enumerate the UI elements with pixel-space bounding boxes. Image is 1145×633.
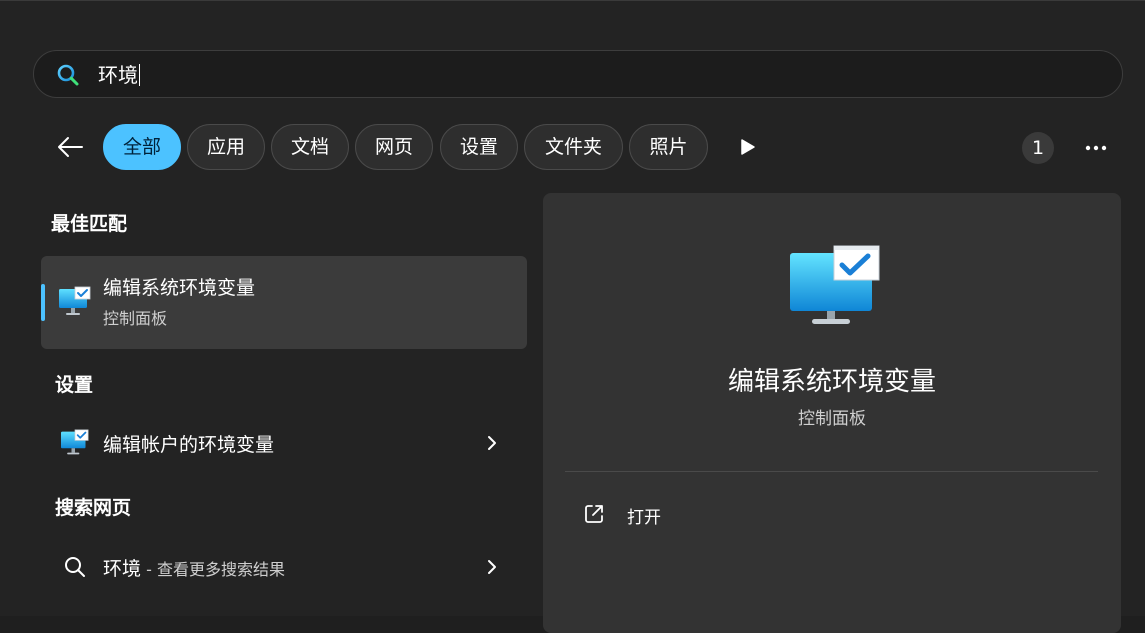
search-icon: [65, 557, 85, 577]
settings-result-item[interactable]: 编辑帐户的环境变量: [41, 417, 527, 469]
web-search-query: 环境: [103, 558, 142, 580]
search-input[interactable]: 环境: [98, 61, 140, 89]
monitor-check-icon: [790, 245, 880, 324]
chip-apps[interactable]: 应用: [187, 124, 265, 170]
more-filters-play-icon[interactable]: [735, 135, 759, 159]
monitor-check-icon: [61, 429, 89, 455]
web-search-result-item[interactable]: 环境 - 查看更多搜索结果: [41, 541, 527, 593]
monitor-check-icon: [59, 286, 91, 315]
web-search-result-text: 环境 - 查看更多搜索结果: [103, 554, 285, 581]
best-match-subtitle: 控制面板: [103, 309, 168, 328]
chip-settings[interactable]: 设置: [440, 124, 518, 170]
search-query: 环境: [98, 63, 138, 87]
preview-divider: [565, 471, 1098, 472]
chevron-right-icon[interactable]: [483, 433, 501, 453]
chip-documents[interactable]: 文档: [271, 124, 349, 170]
open-action-label: 打开: [627, 508, 661, 528]
search-icon: [57, 64, 79, 86]
web-search-suffix: - 查看更多搜索结果: [141, 560, 285, 579]
search-box[interactable]: 环境: [33, 50, 1123, 98]
chip-all[interactable]: 全部: [103, 124, 181, 170]
search-window: 环境 全部 应用 文档 网页 设置 文件夹 照片 1 最佳匹配 编辑系统环境变量…: [0, 0, 1145, 633]
chip-photos[interactable]: 照片: [629, 124, 708, 170]
best-match-header: 最佳匹配: [51, 213, 128, 235]
open-action[interactable]: 打开: [565, 493, 1098, 537]
best-match-result[interactable]: 编辑系统环境变量 控制面板: [41, 256, 527, 349]
text-caret: [139, 64, 140, 86]
selection-indicator: [41, 284, 45, 321]
web-search-header: 搜索网页: [55, 497, 132, 519]
chevron-right-icon[interactable]: [483, 557, 501, 577]
open-external-icon: [585, 505, 603, 523]
preview-title: 编辑系统环境变量: [727, 367, 936, 397]
settings-result-title: 编辑帐户的环境变量: [103, 434, 275, 456]
back-button[interactable]: [52, 129, 88, 165]
rewards-badge[interactable]: 1: [1022, 132, 1054, 164]
more-options-icon[interactable]: [1080, 136, 1112, 160]
preview-pane: 编辑系统环境变量 控制面板 打开: [543, 193, 1121, 633]
arrow-left-icon: [58, 137, 83, 157]
settings-header: 设置: [55, 374, 94, 396]
chip-folders[interactable]: 文件夹: [524, 124, 623, 170]
preview-subtitle: 控制面板: [798, 409, 866, 429]
best-match-title: 编辑系统环境变量: [103, 277, 256, 299]
chip-web[interactable]: 网页: [355, 124, 433, 170]
